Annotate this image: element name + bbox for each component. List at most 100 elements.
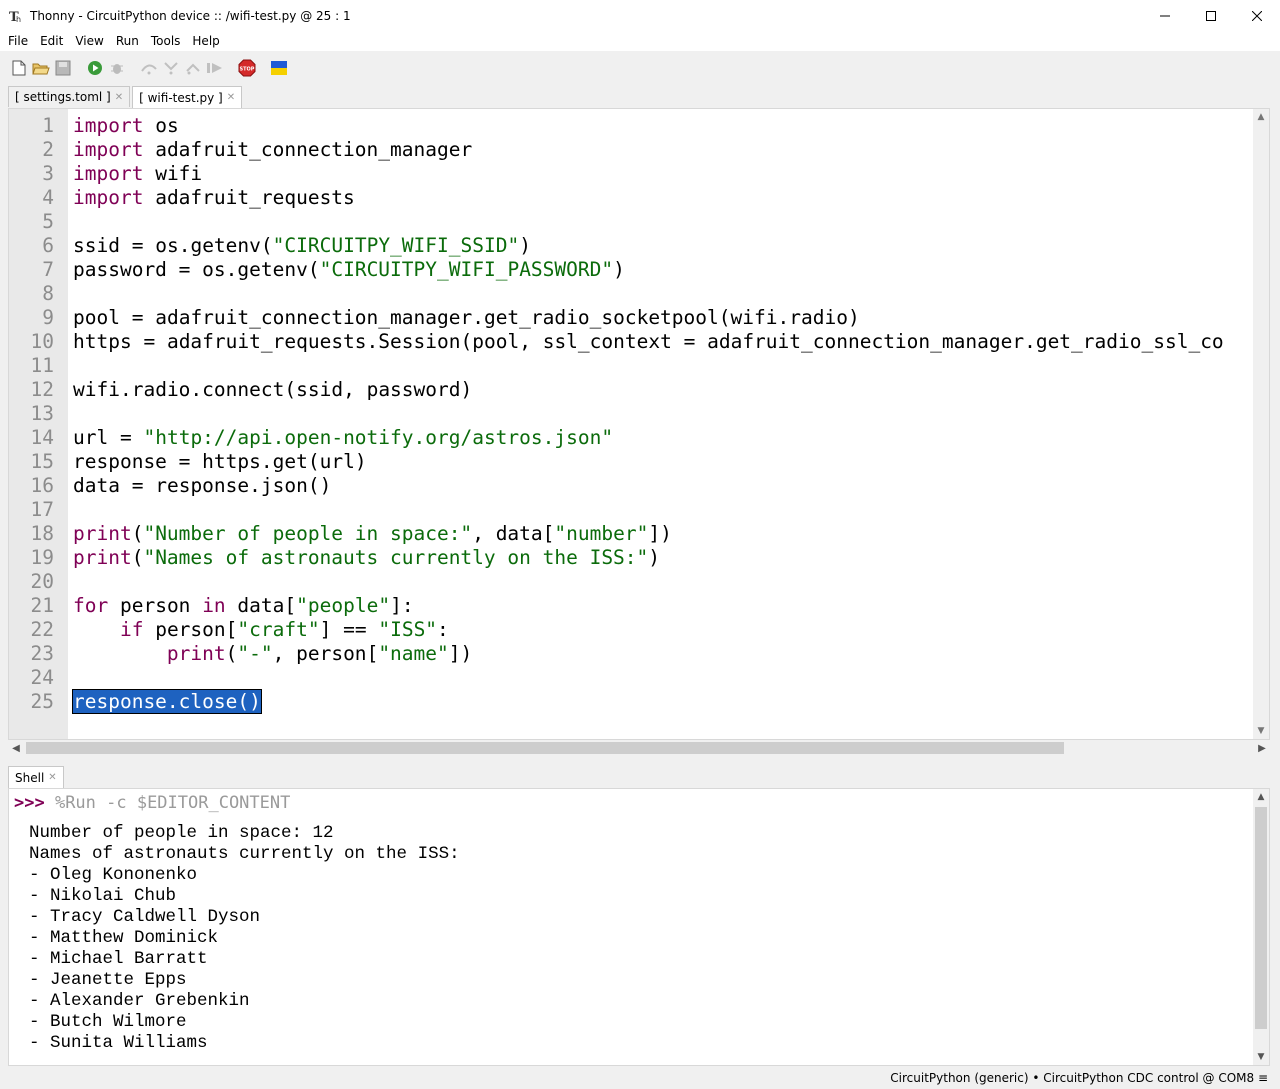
code-text[interactable]: wifi.radio.connect(ssid, password) (68, 378, 472, 402)
run-button[interactable] (84, 57, 106, 79)
shell-output-line: - Butch Wilmore (29, 1012, 187, 1032)
menu-bar: File Edit View Run Tools Help (0, 31, 1280, 51)
code-line[interactable]: 2 import adafruit_connection_manager (9, 138, 1269, 162)
code-text[interactable] (68, 570, 73, 594)
menu-file[interactable]: File (2, 31, 34, 51)
code-text[interactable] (68, 666, 73, 690)
code-text[interactable] (68, 210, 73, 234)
code-text[interactable]: response.close() (68, 689, 262, 714)
tab-wifi-test-py[interactable]: [ wifi-test.py ] ✕ (132, 86, 243, 108)
close-tab-icon[interactable]: ✕ (115, 92, 123, 103)
scroll-up-icon[interactable]: ▲ (1253, 789, 1269, 805)
code-text[interactable]: import adafruit_requests (68, 186, 355, 210)
code-line[interactable]: 23 print("-", person["name"]) (9, 642, 1269, 666)
code-text[interactable]: response = https.get(url) (68, 450, 367, 474)
status-bar[interactable]: CircuitPython (generic) • CircuitPython … (0, 1067, 1280, 1089)
code-line[interactable]: 10 https = adafruit_requests.Session(pool… (9, 330, 1269, 354)
shell-panel[interactable]: >>> %Run -c $EDITOR_CONTENT Number of pe… (8, 788, 1270, 1066)
code-text[interactable]: pool = adafruit_connection_manager.get_r… (68, 306, 860, 330)
code-text[interactable]: import adafruit_connection_manager (68, 138, 472, 162)
code-line[interactable]: 25 response.close() (9, 689, 1269, 714)
shell-scroll-thumb[interactable] (1255, 807, 1267, 1029)
code-text[interactable]: url = "http://api.open-notify.org/astros… (68, 426, 613, 450)
code-text[interactable]: print("-", person["name"]) (68, 642, 472, 666)
code-line[interactable]: 24 (9, 666, 1269, 690)
step-into-button[interactable] (160, 57, 182, 79)
tab-shell[interactable]: Shell ✕ (8, 766, 64, 788)
code-lines[interactable]: 1 import os 2 import adafruit_connection_ma… (9, 114, 1269, 714)
code-line[interactable]: 21 for person in data["people"]: (9, 594, 1269, 618)
selected-text[interactable]: response.close() (72, 689, 262, 714)
editor-horizontal-scrollbar[interactable]: ◀ ▶ (8, 740, 1270, 756)
step-out-button[interactable] (182, 57, 204, 79)
save-button[interactable] (52, 57, 74, 79)
tab-label: [ settings.toml ] (15, 90, 111, 104)
code-line[interactable]: 6 ssid = os.getenv("CIRCUITPY_WIFI_SSID") (9, 234, 1269, 258)
code-line[interactable]: 5 (9, 210, 1269, 234)
scroll-up-icon[interactable]: ▲ (1253, 109, 1269, 125)
code-line[interactable]: 18 print("Number of people in space:", da… (9, 522, 1269, 546)
interpreter-status[interactable]: CircuitPython (generic) • CircuitPython … (890, 1071, 1268, 1085)
code-text[interactable]: import wifi (68, 162, 202, 186)
close-tab-icon[interactable]: ✕ (227, 92, 235, 103)
editor-vertical-scrollbar[interactable]: ▲ ▼ (1253, 109, 1269, 739)
code-line[interactable]: 4 import adafruit_requests (9, 186, 1269, 210)
step-over-button[interactable] (138, 57, 160, 79)
stop-button[interactable]: STOP (236, 57, 258, 79)
debug-button[interactable] (106, 57, 128, 79)
line-number: 10 (30, 330, 54, 353)
shell-command-line[interactable]: >>> %Run -c $EDITOR_CONTENT (14, 793, 290, 813)
code-line[interactable]: 12 wifi.radio.connect(ssid, password) (9, 378, 1269, 402)
shell-vertical-scrollbar[interactable]: ▲ ▼ (1253, 789, 1269, 1065)
code-text[interactable]: import os (68, 114, 179, 138)
code-line[interactable]: 3 import wifi (9, 162, 1269, 186)
code-line[interactable]: 19 print("Names of astronauts currently o… (9, 546, 1269, 570)
code-text[interactable] (68, 402, 73, 426)
code-line[interactable]: 7 password = os.getenv("CIRCUITPY_WIFI_PA… (9, 258, 1269, 282)
code-text[interactable]: ssid = os.getenv("CIRCUITPY_WIFI_SSID") (68, 234, 531, 258)
menu-edit[interactable]: Edit (34, 31, 69, 51)
code-line[interactable]: 1 import os (9, 114, 1269, 138)
resume-button[interactable] (204, 57, 226, 79)
minimize-icon (1160, 15, 1170, 16)
new-file-icon (12, 60, 26, 75)
ukraine-flag-button[interactable] (268, 57, 290, 79)
menu-run[interactable]: Run (110, 31, 145, 51)
scroll-down-icon[interactable]: ▼ (1253, 723, 1269, 739)
code-text[interactable]: data = response.json() (68, 474, 331, 498)
scroll-down-icon[interactable]: ▼ (1253, 1049, 1269, 1065)
code-line[interactable]: 11 (9, 354, 1269, 378)
code-line[interactable]: 16 data = response.json() (9, 474, 1269, 498)
scroll-right-icon[interactable]: ▶ (1254, 740, 1270, 756)
code-text[interactable]: for person in data["people"]: (68, 594, 414, 618)
code-text[interactable] (68, 282, 73, 306)
code-line[interactable]: 15 response = https.get(url) (9, 450, 1269, 474)
menu-help[interactable]: Help (186, 31, 225, 51)
new-file-button[interactable] (8, 57, 30, 79)
code-text[interactable]: print("Names of astronauts currently on … (68, 546, 660, 570)
menu-tools[interactable]: Tools (145, 31, 187, 51)
code-line[interactable]: 22 if person["craft"] == "ISS": (9, 618, 1269, 642)
horizontal-scroll-thumb[interactable] (26, 742, 1064, 754)
scroll-left-icon[interactable]: ◀ (8, 740, 24, 756)
maximize-button[interactable] (1188, 0, 1234, 31)
menu-view[interactable]: View (69, 31, 109, 51)
code-text[interactable]: if person["craft"] == "ISS": (68, 618, 449, 642)
minimize-button[interactable] (1142, 0, 1188, 31)
code-text[interactable] (68, 354, 73, 378)
code-editor[interactable]: 1 import os 2 import adafruit_connection_ma… (8, 108, 1270, 740)
tab-settings-toml[interactable]: [ settings.toml ] ✕ (8, 86, 131, 107)
code-text[interactable]: print("Number of people in space:", data… (68, 522, 672, 546)
code-line[interactable]: 14 url = "http://api.open-notify.org/astr… (9, 426, 1269, 450)
code-line[interactable]: 13 (9, 402, 1269, 426)
close-button[interactable] (1234, 0, 1280, 31)
code-text[interactable]: password = os.getenv("CIRCUITPY_WIFI_PAS… (68, 258, 625, 282)
close-tab-icon[interactable]: ✕ (48, 772, 56, 783)
code-line[interactable]: 17 (9, 498, 1269, 522)
code-text[interactable] (68, 498, 73, 522)
open-file-button[interactable] (30, 57, 52, 79)
code-text[interactable]: https = adafruit_requests.Session(pool, … (68, 330, 1224, 354)
code-line[interactable]: 20 (9, 570, 1269, 594)
code-line[interactable]: 9 pool = adafruit_connection_manager.get_… (9, 306, 1269, 330)
code-line[interactable]: 8 (9, 282, 1269, 306)
